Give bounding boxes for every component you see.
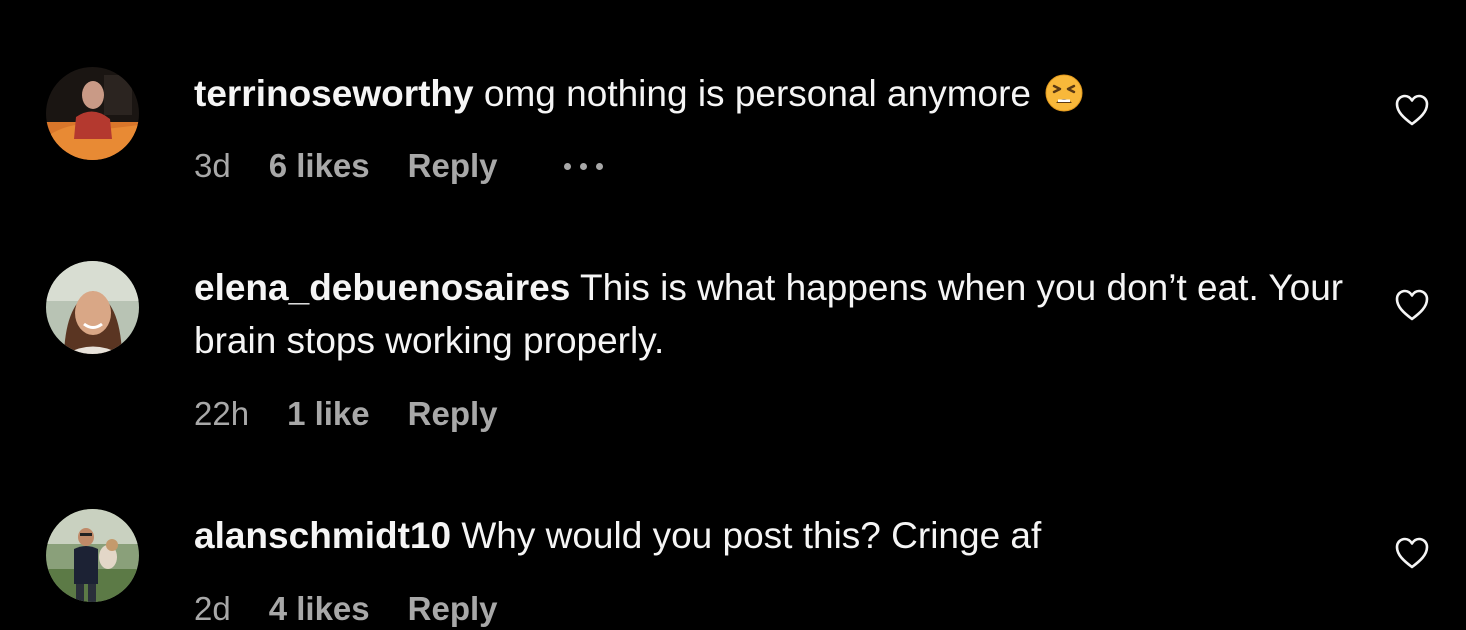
comment-likes[interactable]: 6 likes	[269, 147, 370, 185]
comment-username[interactable]: terrinoseworthy	[194, 73, 474, 114]
comment-text: alanschmidt10 Why would you post this? C…	[194, 509, 1354, 562]
more-options-icon[interactable]	[563, 162, 603, 170]
comment-body: Why would you post this? Cringe af	[461, 515, 1042, 556]
reply-button[interactable]: Reply	[408, 590, 498, 628]
comment-likes[interactable]: 1 like	[287, 395, 370, 433]
reply-button[interactable]: Reply	[408, 395, 498, 433]
comment-meta: 2d 4 likes Reply	[194, 590, 498, 628]
like-heart-icon[interactable]	[1394, 536, 1430, 570]
comment-time: 3d	[194, 147, 231, 184]
comment-time: 2d	[194, 590, 231, 627]
comment-text: terrinoseworthy omg nothing is personal …	[194, 67, 1354, 126]
comment-meta: 22h 1 like Reply	[194, 395, 498, 433]
comment-time: 22h	[194, 395, 250, 432]
tired-face-emoji-icon	[1045, 73, 1083, 126]
comment-username[interactable]: alanschmidt10	[194, 515, 451, 556]
comment-username[interactable]: elena_debuenosaires	[194, 267, 570, 308]
comment-body: omg nothing is personal anymore	[483, 73, 1031, 114]
comment-likes[interactable]: 4 likes	[269, 590, 370, 628]
comment-meta: 3d 6 likes Reply	[194, 147, 603, 185]
like-heart-icon[interactable]	[1394, 93, 1430, 127]
comment-text: elena_debuenosaires This is what happens…	[194, 261, 1354, 367]
reply-button[interactable]: Reply	[408, 147, 498, 185]
avatar[interactable]	[46, 261, 139, 354]
avatar[interactable]	[46, 67, 139, 160]
like-heart-icon[interactable]	[1394, 288, 1430, 322]
avatar[interactable]	[46, 509, 139, 602]
